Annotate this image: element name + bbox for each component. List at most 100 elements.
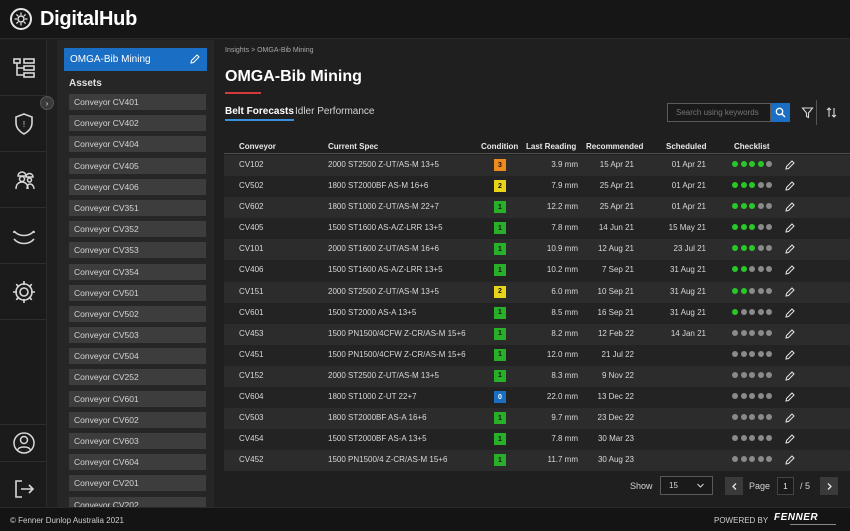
rail-logout[interactable] bbox=[0, 470, 47, 508]
tab-idler-performance[interactable]: Idler Performance bbox=[295, 106, 374, 117]
rail-insights[interactable] bbox=[0, 40, 47, 96]
pencil-icon[interactable] bbox=[784, 159, 796, 171]
digitalhub-logo-icon[interactable] bbox=[10, 8, 32, 30]
checklist-dot bbox=[740, 308, 747, 315]
cell-conveyor: CV604 bbox=[239, 392, 264, 402]
rail-profile[interactable] bbox=[0, 424, 47, 462]
rail-belts[interactable] bbox=[0, 208, 47, 264]
col-scheduled[interactable]: Scheduled bbox=[666, 142, 706, 151]
cell-conveyor: CV406 bbox=[239, 265, 264, 275]
asset-item[interactable]: Conveyor CV502 bbox=[69, 305, 206, 322]
page-size-select[interactable]: 15 bbox=[660, 476, 713, 495]
cell-spec: 1500 ST1600 AS-A/Z-LRR 13+5 bbox=[328, 223, 443, 233]
pencil-icon[interactable] bbox=[784, 370, 796, 382]
asset-item[interactable]: Conveyor CV351 bbox=[69, 199, 206, 216]
cell-last-reading: 12.2 mm bbox=[546, 202, 578, 212]
table-row[interactable]: CV405 1500 ST1600 AS-A/Z-LRR 13+5 1 7.8 mm 1… bbox=[224, 218, 850, 240]
table-row[interactable]: CV601 1500 ST2000 AS-A 13+5 1 8.5 mm 16 Sep … bbox=[224, 302, 850, 324]
selected-site[interactable]: OMGA-Bib Mining bbox=[64, 48, 207, 71]
asset-item[interactable]: Conveyor CV603 bbox=[69, 433, 206, 449]
breadcrumb[interactable]: Insights > OMGA-Bib Mining bbox=[225, 47, 314, 54]
expand-panel-button[interactable]: › bbox=[40, 96, 54, 110]
pencil-icon[interactable] bbox=[784, 391, 796, 403]
search-button[interactable] bbox=[771, 103, 790, 122]
app-footer: © Fenner Dunlop Australia 2021 POWERED B… bbox=[0, 507, 850, 531]
pencil-icon[interactable] bbox=[784, 349, 796, 361]
table-row[interactable]: CV406 1500 ST1600 AS-A/Z-LRR 13+5 1 10.2 mm… bbox=[224, 260, 850, 282]
col-current-spec[interactable]: Current Spec bbox=[328, 142, 378, 151]
pencil-icon[interactable] bbox=[784, 264, 796, 276]
checklist-dot bbox=[732, 435, 738, 442]
asset-item[interactable]: Conveyor CV501 bbox=[69, 284, 206, 301]
pencil-icon[interactable] bbox=[189, 53, 201, 65]
prev-page-button[interactable] bbox=[725, 477, 743, 495]
asset-item[interactable]: Conveyor CV352 bbox=[69, 221, 206, 238]
table-row[interactable]: CV102 2000 ST2500 Z-UT/AS-M 13+5 3 3.9 mm 15… bbox=[224, 155, 850, 177]
table-row[interactable]: CV152 2000 ST2500 Z-UT/AS-M 13+5 1 8.3 mm 9 … bbox=[224, 365, 850, 388]
condition-badge: 2 bbox=[494, 285, 506, 298]
asset-item[interactable]: Conveyor CV401 bbox=[69, 94, 206, 110]
asset-item[interactable]: Conveyor CV504 bbox=[69, 348, 206, 365]
filter-button[interactable] bbox=[798, 103, 816, 122]
fenner-logo-underline bbox=[790, 524, 836, 525]
table-row[interactable]: CV151 2000 ST2500 Z-UT/AS-M 13+5 2 6.0 mm 10… bbox=[224, 281, 850, 303]
checklist-dots bbox=[732, 266, 772, 273]
table-row[interactable]: CV503 1800 ST2000BF AS-A 16+6 1 9.7 mm 23 De… bbox=[224, 408, 850, 430]
cell-scheduled: 31 Aug 21 bbox=[669, 286, 706, 296]
table-row[interactable]: CV451 1500 PN1500/4CFW Z-CR/AS-M 15+6 1 12.… bbox=[224, 344, 850, 366]
col-conveyor[interactable]: Conveyor bbox=[239, 142, 276, 151]
pencil-icon[interactable] bbox=[784, 433, 796, 445]
asset-item[interactable]: Conveyor CV354 bbox=[69, 263, 206, 280]
checklist-dots bbox=[732, 435, 772, 442]
cell-spec: 2000 ST2500 Z-UT/AS-M 13+5 bbox=[328, 160, 439, 169]
table-row[interactable]: CV502 1800 ST2000BF AS-M 16+6 2 7.9 mm 25 Ap… bbox=[224, 176, 850, 198]
asset-item[interactable]: Conveyor CV201 bbox=[69, 475, 206, 492]
cell-last-reading: 8.3 mm bbox=[551, 370, 578, 380]
table-row[interactable]: CV101 2000 ST1600 Z-UT/AS-M 16+6 1 10.9 mm 1… bbox=[224, 239, 850, 261]
condition-badge: 1 bbox=[494, 348, 506, 361]
asset-item[interactable]: Conveyor CV601 bbox=[69, 390, 206, 407]
sort-button[interactable] bbox=[822, 103, 840, 122]
table-row[interactable]: CV602 1800 ST1000 Z-UT/AS-M 22+7 1 12.2 mm 2… bbox=[224, 197, 850, 219]
pencil-icon[interactable] bbox=[784, 412, 796, 424]
asset-item[interactable]: Conveyor CV602 bbox=[69, 411, 206, 428]
checklist-dot bbox=[740, 435, 747, 442]
asset-item[interactable]: Conveyor CV604 bbox=[69, 454, 206, 471]
table-row[interactable]: CV452 1500 PN1500/4 Z-CR/AS-M 15+6 1 11.7 m… bbox=[224, 450, 850, 472]
next-page-button[interactable] bbox=[820, 477, 838, 495]
pencil-icon[interactable] bbox=[784, 243, 796, 255]
pencil-icon[interactable] bbox=[784, 286, 796, 298]
col-condition[interactable]: Condition bbox=[481, 142, 518, 151]
page-number-input[interactable]: 1 bbox=[777, 477, 794, 495]
asset-item[interactable]: Conveyor CV353 bbox=[69, 242, 206, 259]
rail-workforce[interactable] bbox=[0, 152, 47, 208]
table-row[interactable]: CV454 1500 ST2000BF AS-A 13+5 1 7.8 mm 30 Ma… bbox=[224, 429, 850, 451]
asset-item[interactable]: Conveyor CV406 bbox=[69, 178, 206, 195]
col-last-reading[interactable]: Last Reading bbox=[526, 142, 576, 151]
pencil-icon[interactable] bbox=[784, 328, 796, 340]
col-recommended[interactable]: Recommended bbox=[586, 142, 643, 151]
asset-item[interactable]: Conveyor CV503 bbox=[69, 327, 206, 344]
pencil-icon[interactable] bbox=[784, 222, 796, 234]
col-checklist[interactable]: Checklist bbox=[734, 142, 770, 151]
pencil-icon[interactable] bbox=[784, 307, 796, 319]
checklist-dot bbox=[757, 393, 764, 400]
asset-item[interactable]: Conveyor CV202 bbox=[69, 496, 206, 507]
asset-item[interactable]: Conveyor CV252 bbox=[69, 369, 206, 386]
table-row[interactable]: CV604 1800 ST1000 Z-UT 22+7 0 22.0 mm 13 Dec… bbox=[224, 387, 850, 409]
asset-item[interactable]: Conveyor CV402 bbox=[69, 115, 206, 132]
asset-item[interactable]: Conveyor CV404 bbox=[69, 136, 206, 153]
asset-item[interactable]: Conveyor CV405 bbox=[69, 157, 206, 174]
tab-belt-forecasts[interactable]: Belt Forecasts bbox=[225, 106, 294, 121]
rail-settings[interactable] bbox=[0, 264, 47, 320]
checklist-dot bbox=[749, 287, 755, 294]
pencil-icon[interactable] bbox=[784, 454, 796, 466]
cell-conveyor: CV451 bbox=[239, 349, 264, 359]
table-row[interactable]: CV453 1500 PN1500/4CFW Z-CR/AS-M 15+6 1 8.2… bbox=[224, 323, 850, 345]
cell-spec: 1500 PN1500/4CFW Z-CR/AS-M 15+6 bbox=[328, 349, 466, 359]
search-input[interactable] bbox=[667, 103, 771, 122]
pencil-icon[interactable] bbox=[784, 201, 796, 213]
checklist-dot bbox=[740, 329, 747, 336]
pencil-icon[interactable] bbox=[784, 180, 796, 192]
cell-spec: 1800 ST2000BF AS-A 16+6 bbox=[328, 413, 427, 423]
